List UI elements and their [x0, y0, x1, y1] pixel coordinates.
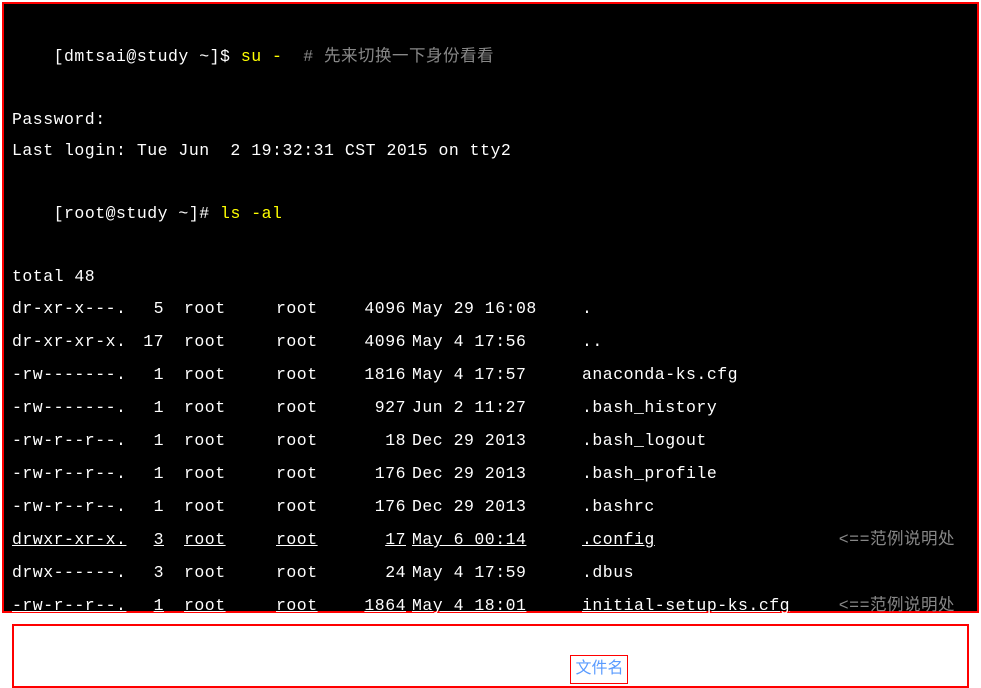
perm-col: -rw-------. — [12, 358, 140, 391]
group-col: root — [276, 325, 350, 358]
ls-row: -rw-------.1rootroot927 Jun 2 11:27 .bas… — [12, 391, 969, 424]
name-col: .bash_profile — [582, 457, 969, 490]
date-col: May 4 18:01 — [412, 589, 582, 622]
perm-col: drwxr-xr-x. — [12, 523, 140, 556]
owner-col: root — [184, 391, 276, 424]
group-col: root — [276, 523, 350, 556]
perm-col: -rw-r--r--. — [12, 457, 140, 490]
total-line: total 48 — [12, 261, 969, 292]
name-col: . — [582, 292, 969, 325]
group-col: root — [276, 556, 350, 589]
size-col: 17 — [350, 523, 412, 556]
password-line[interactable]: Password: — [12, 104, 969, 135]
su-command: su - — [241, 47, 283, 66]
date-col: May 4 17:59 — [412, 556, 582, 589]
legend-numbers: [ 1 ][ 2 ][ 3 ][ 4 ][ 5 ][ 6 ] [ 7 ] — [20, 628, 961, 655]
name-col: anaconda-ks.cfg — [582, 358, 969, 391]
group-col: root — [276, 457, 350, 490]
date-col: May 4 17:57 — [412, 358, 582, 391]
group-col: root — [276, 292, 350, 325]
perm-col: -rw-r--r--. — [12, 589, 140, 622]
ls-row: dr-xr-xr-x.17rootroot4096 May 4 17:56 .. — [12, 325, 969, 358]
date-col: May 29 16:08 — [412, 292, 582, 325]
size-col: 176 — [350, 457, 412, 490]
size-col: 24 — [350, 556, 412, 589]
owner-col: root — [184, 490, 276, 523]
legend-labels: [ 权限 ][连结][拥有者][群组][文件容量][ 修改日期 ] [ 文件名 … — [20, 655, 961, 684]
size-col: 4096 — [350, 292, 412, 325]
user-prompt: [dmtsai@study ~]$ — [54, 47, 241, 66]
comment-text: # 先来切换一下身份看看 — [282, 47, 494, 66]
owner-col: root — [184, 589, 276, 622]
date-col: Dec 29 2013 — [412, 457, 582, 490]
perm-col: dr-xr-x---. — [12, 292, 140, 325]
size-col: 927 — [350, 391, 412, 424]
ls-row: drwx------.3rootroot24 May 4 17:59 .dbus — [12, 556, 969, 589]
owner-col: root — [184, 325, 276, 358]
terminal-window: [dmtsai@study ~]$ su - # 先来切换一下身份看看 Pass… — [2, 2, 979, 613]
annotation-text: <==范例说明处 — [839, 523, 955, 556]
date-col: Dec 29 2013 — [412, 490, 582, 523]
size-col: 4096 — [350, 325, 412, 358]
links-col: 1 — [140, 589, 184, 622]
annotation-text: <==范例说明处 — [839, 589, 955, 622]
last-login-line: Last login: Tue Jun 2 19:32:31 CST 2015 … — [12, 135, 969, 166]
owner-col: root — [184, 556, 276, 589]
owner-col: root — [184, 358, 276, 391]
ls-row: dr-xr-x---.5rootroot4096 May 29 16:08 . — [12, 292, 969, 325]
perm-col: drwx------. — [12, 556, 140, 589]
name-col: .bash_logout — [582, 424, 969, 457]
ls-row: -rw-------.1rootroot1816 May 4 17:57 ana… — [12, 358, 969, 391]
perm-col: dr-xr-xr-x. — [12, 325, 140, 358]
ls-row: -rw-r--r--.1rootroot1864 May 4 18:01 ini… — [12, 589, 969, 622]
owner-col: root — [184, 292, 276, 325]
links-col: 3 — [140, 523, 184, 556]
ls-command: ls -al — [220, 204, 282, 223]
size-col: 1864 — [350, 589, 412, 622]
perm-col: -rw-r--r--. — [12, 424, 140, 457]
group-col: root — [276, 424, 350, 457]
group-col: root — [276, 391, 350, 424]
ls-row: -rw-r--r--.1rootroot18 Dec 29 2013 .bash… — [12, 424, 969, 457]
name-col: .bash_history — [582, 391, 969, 424]
size-col: 18 — [350, 424, 412, 457]
name-col: .bashrc — [582, 490, 969, 523]
links-col: 1 — [140, 391, 184, 424]
date-col: May 6 00:14 — [412, 523, 582, 556]
ls-row: -rw-r--r--.1rootroot176 Dec 29 2013 .bas… — [12, 490, 969, 523]
owner-col: root — [184, 424, 276, 457]
date-col: Dec 29 2013 — [412, 424, 582, 457]
perm-col: -rw-------. — [12, 391, 140, 424]
links-col: 1 — [140, 358, 184, 391]
filename-highlight: 文件名 — [570, 655, 628, 684]
links-col: 5 — [140, 292, 184, 325]
date-col: Jun 2 11:27 — [412, 391, 582, 424]
ls-output: dr-xr-x---.5rootroot4096 May 29 16:08 .d… — [12, 292, 969, 622]
links-col: 1 — [140, 490, 184, 523]
owner-col: root — [184, 457, 276, 490]
ls-row: drwxr-xr-x.3rootroot17 May 6 00:14 .conf… — [12, 523, 969, 556]
owner-col: root — [184, 523, 276, 556]
links-col: 1 — [140, 457, 184, 490]
perm-col: -rw-r--r--. — [12, 490, 140, 523]
links-col: 1 — [140, 424, 184, 457]
root-prompt: [root@study ~]# — [54, 204, 220, 223]
group-col: root — [276, 358, 350, 391]
ls-row: -rw-r--r--.1rootroot176 Dec 29 2013 .bas… — [12, 457, 969, 490]
prompt-line-2[interactable]: [root@study ~]# ls -al — [12, 167, 969, 261]
group-col: root — [276, 490, 350, 523]
legend-box: [ 1 ][ 2 ][ 3 ][ 4 ][ 5 ][ 6 ] [ 7 ] [ 权… — [12, 624, 969, 688]
date-col: May 4 17:56 — [412, 325, 582, 358]
name-col: .dbus — [582, 556, 969, 589]
size-col: 176 — [350, 490, 412, 523]
prompt-line-1[interactable]: [dmtsai@study ~]$ su - # 先来切换一下身份看看 — [12, 10, 969, 104]
links-col: 3 — [140, 556, 184, 589]
group-col: root — [276, 589, 350, 622]
name-col: .. — [582, 325, 969, 358]
links-col: 17 — [140, 325, 184, 358]
size-col: 1816 — [350, 358, 412, 391]
